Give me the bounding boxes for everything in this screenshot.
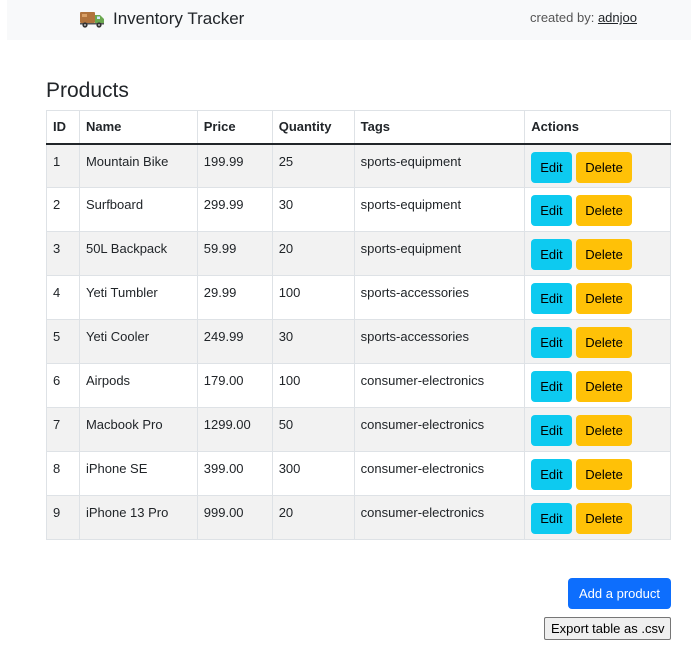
delete-button[interactable]: Delete [576, 503, 632, 534]
products-table: ID Name Price Quantity Tags Actions 1 Mou… [46, 110, 671, 540]
cell-price: 29.99 [196, 275, 273, 320]
cell-quantity: 20 [271, 231, 355, 276]
table-row: 4 Yeti Tumbler 29.99 100 sports-accessories E… [46, 275, 671, 320]
column-header-name: Name [78, 110, 198, 145]
cell-quantity: 30 [271, 319, 355, 364]
cell-actions: Edit Delete [524, 495, 671, 540]
edit-button[interactable]: Edit [531, 283, 572, 314]
cell-tags: sports-equipment [353, 187, 526, 232]
delete-button[interactable]: Delete [576, 151, 632, 183]
cell-id: 3 [46, 231, 80, 276]
cell-id: 7 [46, 407, 80, 452]
delete-button[interactable]: Delete [576, 459, 632, 490]
cell-price: 59.99 [196, 231, 273, 276]
cell-id: 9 [46, 495, 80, 540]
page-title: Products [46, 79, 129, 102]
cell-tags: consumer-electronics [353, 407, 526, 452]
delete-button[interactable]: Delete [576, 283, 632, 314]
cell-name: iPhone SE [78, 451, 198, 496]
cell-actions: Edit Delete [524, 451, 671, 496]
cell-actions: Edit Delete [524, 363, 671, 408]
cell-quantity: 100 [271, 363, 355, 408]
cell-id: 6 [46, 363, 80, 408]
cell-price: 179.00 [196, 363, 273, 408]
cell-price: 199.99 [196, 143, 273, 188]
edit-button[interactable]: Edit [531, 195, 572, 226]
cell-tags: sports-accessories [353, 319, 526, 364]
column-header-actions: Actions [524, 110, 671, 145]
edit-button[interactable]: Edit [531, 327, 572, 358]
cell-actions: Edit Delete [524, 319, 671, 364]
cell-id: 1 [46, 143, 80, 188]
table-row: 5 Yeti Cooler 249.99 30 sports-accessories Ed… [46, 319, 671, 364]
column-header-quantity: Quantity [271, 110, 355, 145]
add-product-button[interactable]: Add a product [568, 578, 671, 609]
cell-price: 399.00 [196, 451, 273, 496]
table-row: 8 iPhone SE 399.00 300 consumer-electronics E… [46, 451, 671, 496]
cell-quantity: 100 [271, 275, 355, 320]
table-row: 1 Mountain Bike 199.99 25 sports-equipment Ed… [46, 143, 671, 188]
cell-quantity: 300 [271, 451, 355, 496]
cell-id: 8 [46, 451, 80, 496]
cell-name: Yeti Cooler [78, 319, 198, 364]
cell-name: Mountain Bike [78, 143, 198, 188]
delete-button[interactable]: Delete [576, 195, 632, 226]
cell-actions: Edit Delete [524, 231, 671, 276]
cell-id: 5 [46, 319, 80, 364]
cell-tags: sports-accessories [353, 275, 526, 320]
cell-tags: consumer-electronics [353, 451, 526, 496]
cell-actions: Edit Delete [524, 187, 671, 232]
cell-tags: consumer-electronics [353, 495, 526, 540]
edit-button[interactable]: Edit [531, 503, 572, 534]
cell-tags: consumer-electronics [353, 363, 526, 408]
cell-price: 299.99 [196, 187, 273, 232]
table-row: 7 Macbook Pro 1299.00 50 consumer-electronic… [46, 407, 671, 452]
cell-name: Yeti Tumbler [78, 275, 198, 320]
edit-button[interactable]: Edit [531, 415, 572, 446]
cell-id: 4 [46, 275, 80, 320]
cell-name: Macbook Pro [78, 407, 198, 452]
edit-button[interactable]: Edit [531, 151, 572, 183]
created-by-label: created by: [530, 10, 595, 25]
brand[interactable]: Inventory Tracker [79, 6, 244, 32]
cell-actions: Edit Delete [524, 275, 671, 320]
cell-price: 249.99 [196, 319, 273, 364]
delete-button[interactable]: Delete [576, 371, 632, 402]
author-link[interactable]: adnjoo [598, 10, 637, 25]
table-row: 2 Surfboard 299.99 30 sports-equipment Edit D… [46, 187, 671, 232]
table-row: 3 50L Backpack 59.99 20 sports-equipment Edit… [46, 231, 671, 276]
cell-actions: Edit Delete [524, 407, 671, 452]
cell-tags: sports-equipment [353, 143, 526, 188]
cell-quantity: 25 [271, 143, 355, 188]
cell-id: 2 [46, 187, 80, 232]
export-csv-button[interactable]: Export table as .csv [544, 617, 672, 640]
delete-button[interactable]: Delete [576, 415, 632, 446]
table-row: 9 iPhone 13 Pro 999.00 20 consumer-electroni… [46, 495, 671, 540]
cell-quantity: 20 [271, 495, 355, 540]
edit-button[interactable]: Edit [531, 459, 572, 490]
cell-name: 50L Backpack [78, 231, 198, 276]
navbar: Inventory Tracker created by: adnjoo [7, 0, 691, 40]
cell-price: 999.00 [196, 495, 273, 540]
delivery-truck-icon [79, 9, 105, 29]
cell-name: iPhone 13 Pro [78, 495, 198, 540]
table-header-row: ID Name Price Quantity Tags Actions [46, 110, 671, 145]
cell-price: 1299.00 [196, 407, 273, 452]
created-by: created by: adnjoo [530, 10, 637, 25]
cell-name: Surfboard [78, 187, 198, 232]
column-header-tags: Tags [353, 110, 526, 145]
delete-button[interactable]: Delete [576, 239, 632, 270]
edit-button[interactable]: Edit [531, 239, 572, 270]
column-header-price: Price [196, 110, 273, 145]
cell-actions: Edit Delete [524, 143, 671, 188]
cell-quantity: 50 [271, 407, 355, 452]
edit-button[interactable]: Edit [531, 371, 572, 402]
table-row: 6 Airpods 179.00 100 consumer-electronics Edi… [46, 363, 671, 408]
delete-button[interactable]: Delete [576, 327, 632, 358]
app-title: Inventory Tracker [113, 9, 245, 28]
cell-name: Airpods [78, 363, 198, 408]
cell-quantity: 30 [271, 187, 355, 232]
column-header-id: ID [46, 110, 80, 145]
cell-tags: sports-equipment [353, 231, 526, 276]
